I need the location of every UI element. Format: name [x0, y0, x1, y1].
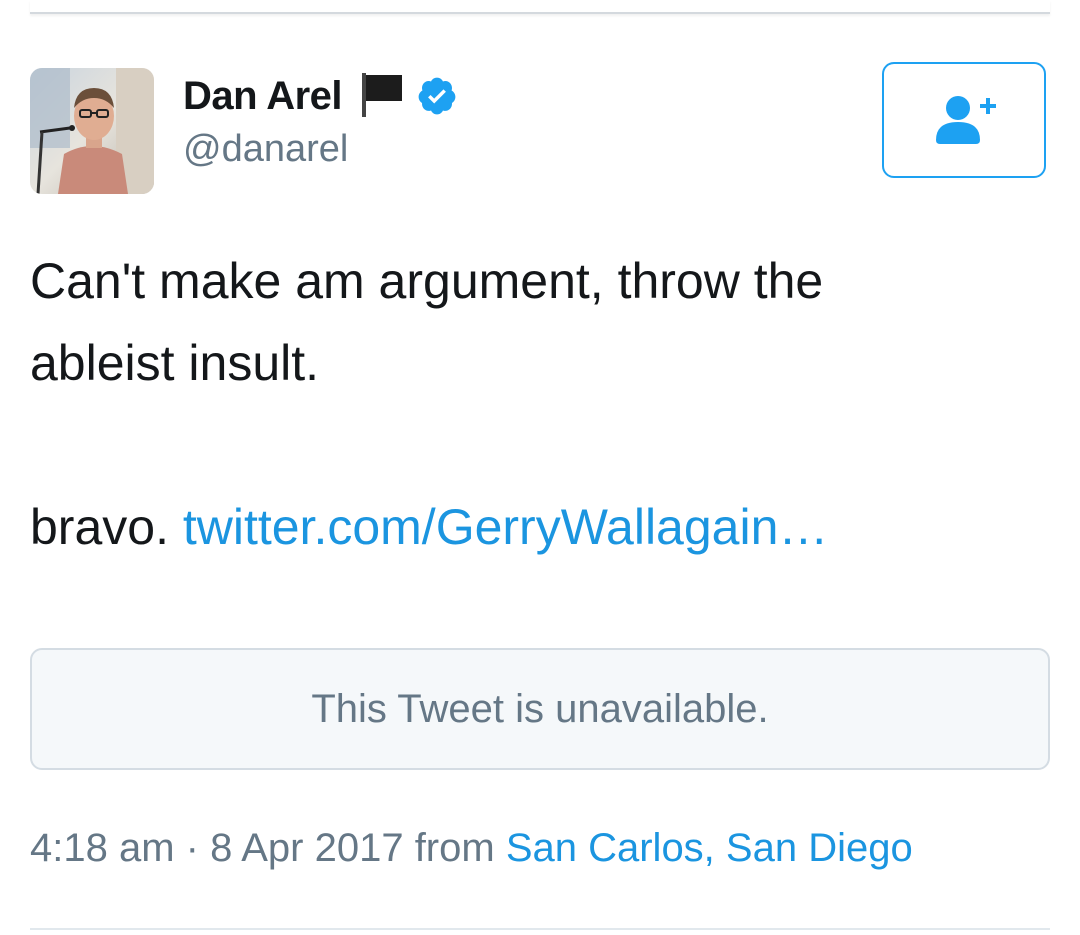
tweet-link[interactable]: twitter.com/GerryWallagain…: [183, 499, 829, 555]
tweet-meta: 4:18 am · 8 Apr 2017 from San Carlos, Sa…: [30, 826, 913, 871]
follow-user-plus-icon: [936, 96, 996, 144]
author-display-name[interactable]: Dan Arel: [183, 74, 343, 119]
author-handle[interactable]: @danarel: [183, 128, 348, 171]
tweet-date: 8 Apr 2017: [210, 826, 404, 870]
tweet-text-prefix: bravo.: [30, 499, 183, 555]
author-avatar[interactable]: [30, 68, 154, 194]
tweet-text-line-with-link: bravo. twitter.com/GerryWallagain…: [30, 486, 1040, 568]
tweet-text: Can't make am argument, throw the ableis…: [30, 240, 1040, 568]
avatar-photo: [30, 68, 154, 194]
tweet-text-line: ableist insult.: [30, 335, 320, 391]
tweet-text-line: Can't make am argument, throw the: [30, 253, 824, 309]
follow-button[interactable]: [882, 62, 1046, 178]
meta-from-label: from: [403, 826, 506, 870]
quoted-tweet-unavailable-message: This Tweet is unavailable.: [311, 686, 769, 731]
verified-badge-icon: [418, 77, 456, 115]
top-divider: [30, 0, 1050, 14]
quoted-tweet-card[interactable]: This Tweet is unavailable.: [30, 648, 1050, 770]
meta-separator: ·: [174, 826, 211, 870]
tweet-time: 4:18 am: [30, 826, 175, 870]
bottom-divider: [30, 928, 1050, 930]
tweet-location-link[interactable]: San Carlos, San Diego: [506, 826, 913, 870]
author-name-row: Dan Arel: [183, 68, 458, 124]
black-flag-icon: [362, 73, 403, 117]
